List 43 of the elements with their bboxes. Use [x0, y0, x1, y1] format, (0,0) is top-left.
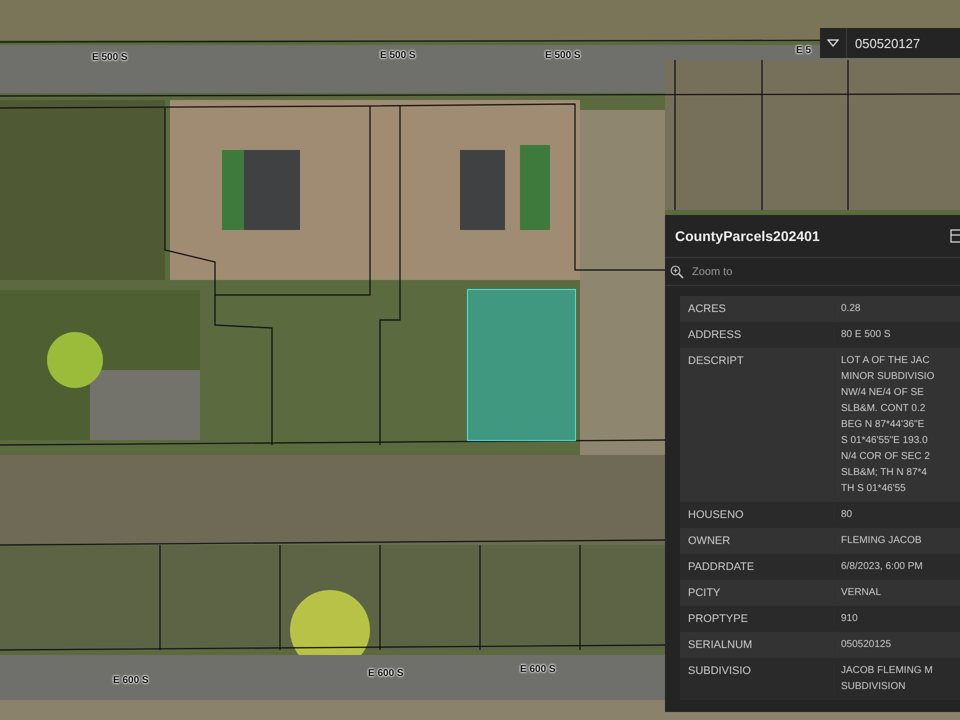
field-value: 80 — [841, 508, 852, 522]
field-value: NW/4 NE/4 OF SE — [841, 386, 924, 400]
zoom-in-icon — [670, 264, 684, 278]
street-label: E 5 — [796, 45, 812, 56]
field-value: BEG N 87*44'36"E — [841, 418, 924, 432]
field-value: FLEMING JACOB — [841, 534, 922, 548]
field-value: 910 — [841, 612, 858, 626]
field-name: SERIALNUM — [688, 638, 754, 653]
field-value: SLB&M. CONT 0.2 — [841, 402, 926, 416]
field-value: 0.28 — [841, 302, 860, 316]
zoom-to-button[interactable]: Zoom to — [665, 258, 960, 286]
field-value: VERNAL — [841, 586, 882, 600]
dock-icon[interactable] — [950, 229, 960, 243]
street-label: E 500 S — [380, 50, 416, 61]
field-value: MINOR SUBDIVISIO — [841, 370, 934, 384]
field-name: HOUSENO — [688, 508, 745, 523]
caret-icon — [827, 39, 839, 47]
field-name: PCITY — [688, 586, 722, 601]
dropdown-button[interactable] — [820, 28, 847, 58]
field-name: PADDRDATE — [688, 560, 756, 575]
street-label: E 600 S — [368, 668, 404, 679]
field-value: 6/8/2023, 6:00 PM — [841, 560, 923, 574]
field-value: 050520125 — [841, 638, 892, 652]
field-value: SUBDIVISION — [841, 680, 906, 694]
field-value: TH S 01*46'55 — [841, 482, 906, 496]
search-field[interactable]: 050520127 — [847, 28, 960, 58]
field-value: S 01*46'55"E 193.0 — [841, 434, 928, 448]
street-label: E 600 S — [113, 675, 149, 686]
street-label: E 600 S — [520, 664, 556, 675]
field-value: N/4 COR OF SEC 2 — [841, 450, 930, 464]
popup-title: CountyParcels202401 — [675, 228, 820, 244]
field-name: DESCRIPT — [688, 354, 745, 369]
street-label: E 500 S — [545, 50, 581, 61]
field-value: LOT A OF THE JAC — [841, 354, 930, 368]
field-value: SLB&M; TH N 87*4 — [841, 466, 927, 480]
field-value: 80 E 500 S — [841, 328, 890, 342]
field-name: SUBDIVISIO — [688, 664, 752, 679]
street-label: E 500 S — [92, 52, 128, 63]
field-value: JACOB FLEMING M — [841, 664, 933, 678]
field-name: ACRES — [688, 302, 727, 317]
field-name: OWNER — [688, 534, 732, 549]
field-name: PROPTYPE — [688, 612, 749, 627]
field-name: ADDRESS — [688, 328, 742, 343]
